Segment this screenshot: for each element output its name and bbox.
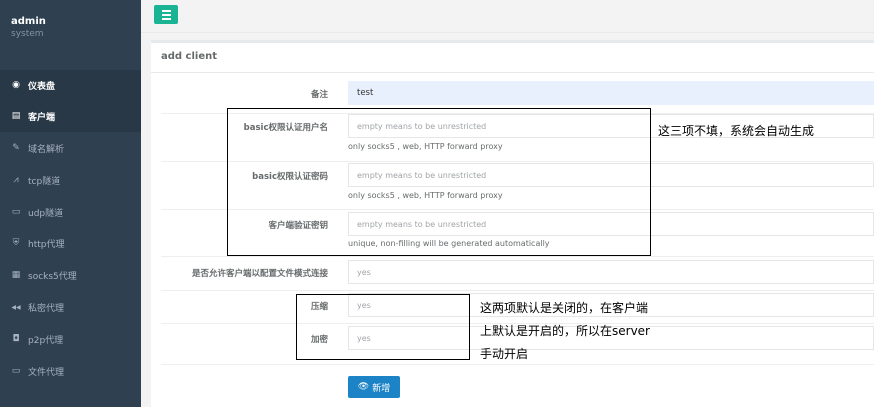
link-icon: ✎ [12,143,20,153]
sidebar-item-label: tcp隧道 [28,177,61,187]
sidebar-item-dashboard[interactable]: ◉ 仪表盘 [0,70,141,101]
config-conn-value: yes [357,267,371,277]
clone-icon: ◘ [12,334,20,344]
config-conn-select[interactable]: yes [348,260,874,284]
sidebar-item-label: 仪表盘 [28,82,56,92]
sidebar-item-udp[interactable]: ▭ udp隧道 [0,197,141,228]
dashboard-icon: ◉ [12,80,20,90]
profile: admin system [0,0,141,68]
sidebar-item-label: 客户端 [28,113,56,123]
sidebar-item-label: socks5代理 [28,272,77,282]
sidebar-item-domain[interactable]: ✎ 域名解析 [0,133,141,164]
sidebar: admin system ◉ 仪表盘 ▤ 客户端 ✎ 域名解析 ⩘ tcp隧道 … [0,0,141,407]
divider [161,256,874,257]
sidebar-item-http[interactable]: ⛨ http代理 [0,228,141,259]
divider [161,290,874,291]
annotation-note-1: 这三项不填，系统会自动生成 [658,124,815,138]
sidebar-item-tcp[interactable]: ⩘ tcp隧道 [0,165,141,196]
sidebar-item-secret[interactable]: ◀◀ 私密代理 [0,292,141,323]
annotation-box-1 [227,108,651,256]
add-client-button[interactable]: 👁 新增 [348,376,400,398]
remark-label: 备注 [310,90,328,100]
eye-icon: 👁 [357,382,370,392]
sidebar-item-file[interactable]: ▭ 文件代理 [0,356,141,387]
remark-input[interactable]: test [348,81,874,105]
clipboard-icon: ▤ [11,111,21,121]
table-icon: ▦ [11,270,21,280]
hamburger-icon[interactable] [154,5,178,24]
backward-icon: ◀◀ [11,303,21,311]
add-client-button-label: 新增 [372,383,391,394]
annotation-box-2 [296,294,470,360]
profile-role: system [11,29,44,39]
top-navbar [141,0,874,33]
sidebar-item-label: udp隧道 [28,209,64,219]
sidebar-item-clients[interactable]: ▤ 客户端 [0,101,141,132]
chart-icon: ⩘ [13,175,19,185]
sidebar-item-label: 私密代理 [28,304,65,314]
annotation-note-2-line2: 上默认是开启的，所以在server [480,324,650,338]
panel-title: add client [151,43,874,73]
profile-username[interactable]: admin [11,16,130,27]
sidebar-item-label: p2p代理 [28,336,64,346]
sidebar-item-label: 域名解析 [28,145,65,155]
annotation-note-2-line1: 这两项默认是关闭的，在客户端 [480,301,649,315]
config-conn-label: 是否允许客户端以配置文件模式连接 [191,269,328,279]
sidebar-item-socks5[interactable]: ▦ socks5代理 [0,260,141,291]
sidebar-item-p2p[interactable]: ◘ p2p代理 [0,324,141,355]
sidebar-item-label: http代理 [28,240,65,250]
laptop-icon: ▭ [11,366,21,376]
hdd-icon: ▭ [11,207,21,217]
sidebar-item-label: 文件代理 [28,368,65,378]
shield-icon: ⛨ [12,238,20,248]
annotation-note-2-line3: 手动开启 [480,347,529,361]
